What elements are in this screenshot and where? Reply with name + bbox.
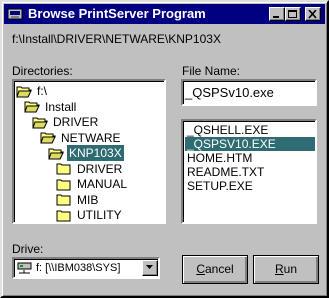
- run-button-label: Run: [274, 262, 298, 276]
- directory-item-label: DRIVER: [53, 115, 99, 129]
- app-icon: [7, 8, 23, 20]
- file-list[interactable]: _QSHELL.EXE _QSPSV10.EXE HOME.HTM README.TX…: [181, 119, 317, 224]
- directory-item[interactable]: NETWARE: [40, 130, 123, 146]
- file-name-value: _QSPSv10.exe: [185, 85, 274, 100]
- drive-value: f: [\\IBM038\SYS]: [36, 262, 121, 274]
- close-button[interactable]: [305, 7, 321, 21]
- chevron-down-icon: [146, 265, 153, 269]
- folder-icon: [56, 210, 71, 221]
- drive-dropdown-button[interactable]: [142, 260, 158, 276]
- current-path: f:\Install\DRIVER\NETWARE\KNP103X: [12, 32, 221, 46]
- directory-item-label: f:\: [37, 84, 48, 98]
- folder-icon: [56, 179, 71, 190]
- title-bar[interactable]: Browse PrintServer Program: [4, 4, 325, 24]
- directory-item[interactable]: UTILITY: [56, 207, 124, 223]
- directory-item[interactable]: MANUAL: [56, 176, 129, 192]
- file-item[interactable]: _QSHELL.EXE: [185, 123, 270, 137]
- directory-item-label: DRIVER: [77, 161, 123, 176]
- file-item[interactable]: HOME.HTM: [185, 151, 254, 165]
- open-folder-icon: [16, 86, 32, 97]
- directory-item[interactable]: f:\: [16, 83, 49, 99]
- browse-dialog: Browse PrintServer Program f:\Install\DR…: [0, 0, 329, 298]
- file-name-field[interactable]: _QSPSv10.exe: [181, 79, 317, 106]
- drive-select[interactable]: f: [\\IBM038\SYS]: [12, 257, 160, 279]
- cancel-button-label: Cancel: [196, 262, 234, 276]
- file-item[interactable]: _QSPSV10.EXE: [185, 137, 315, 151]
- window-title: Browse PrintServer Program: [28, 6, 206, 21]
- directory-item-label: NETWARE: [61, 130, 121, 145]
- directory-item-label: MANUAL: [77, 177, 128, 191]
- open-folder-icon: [40, 132, 56, 144]
- open-folder-icon: [48, 148, 64, 159]
- open-folder-icon: [24, 101, 40, 113]
- cancel-button[interactable]: Cancel: [182, 255, 248, 284]
- maximize-icon: [288, 10, 297, 18]
- directory-item-label: UTILITY: [77, 208, 122, 222]
- file-item[interactable]: SETUP.EXE: [185, 179, 255, 193]
- minimize-button[interactable]: [269, 7, 285, 21]
- directory-item-label: KNP103X: [67, 145, 124, 161]
- file-name-label: File Name:: [182, 64, 241, 78]
- directory-item[interactable]: DRIVER: [32, 114, 100, 130]
- file-item[interactable]: README.TXT: [185, 165, 266, 179]
- open-folder-icon: [32, 117, 48, 128]
- network-drive-icon: [17, 262, 32, 274]
- maximize-button[interactable]: [285, 7, 301, 21]
- run-button[interactable]: Run: [253, 255, 319, 284]
- drive-label: Drive:: [12, 242, 44, 256]
- directory-item-label: MIB: [77, 192, 99, 207]
- folder-icon: [56, 194, 71, 206]
- directory-item[interactable]: DRIVER: [56, 161, 124, 177]
- folder-icon: [56, 163, 71, 175]
- directories-label: Directories:: [12, 64, 73, 78]
- directory-item[interactable]: KNP103X: [48, 145, 124, 161]
- minimize-icon: [273, 16, 279, 18]
- directory-item[interactable]: MIB: [56, 192, 100, 208]
- close-icon: [308, 10, 317, 19]
- directory-tree[interactable]: f:\ Install DRIVER NETWARE KNP103X DRIVER MANU…: [12, 79, 166, 224]
- directory-item[interactable]: Install: [24, 99, 78, 115]
- directory-item-label: Install: [45, 99, 77, 114]
